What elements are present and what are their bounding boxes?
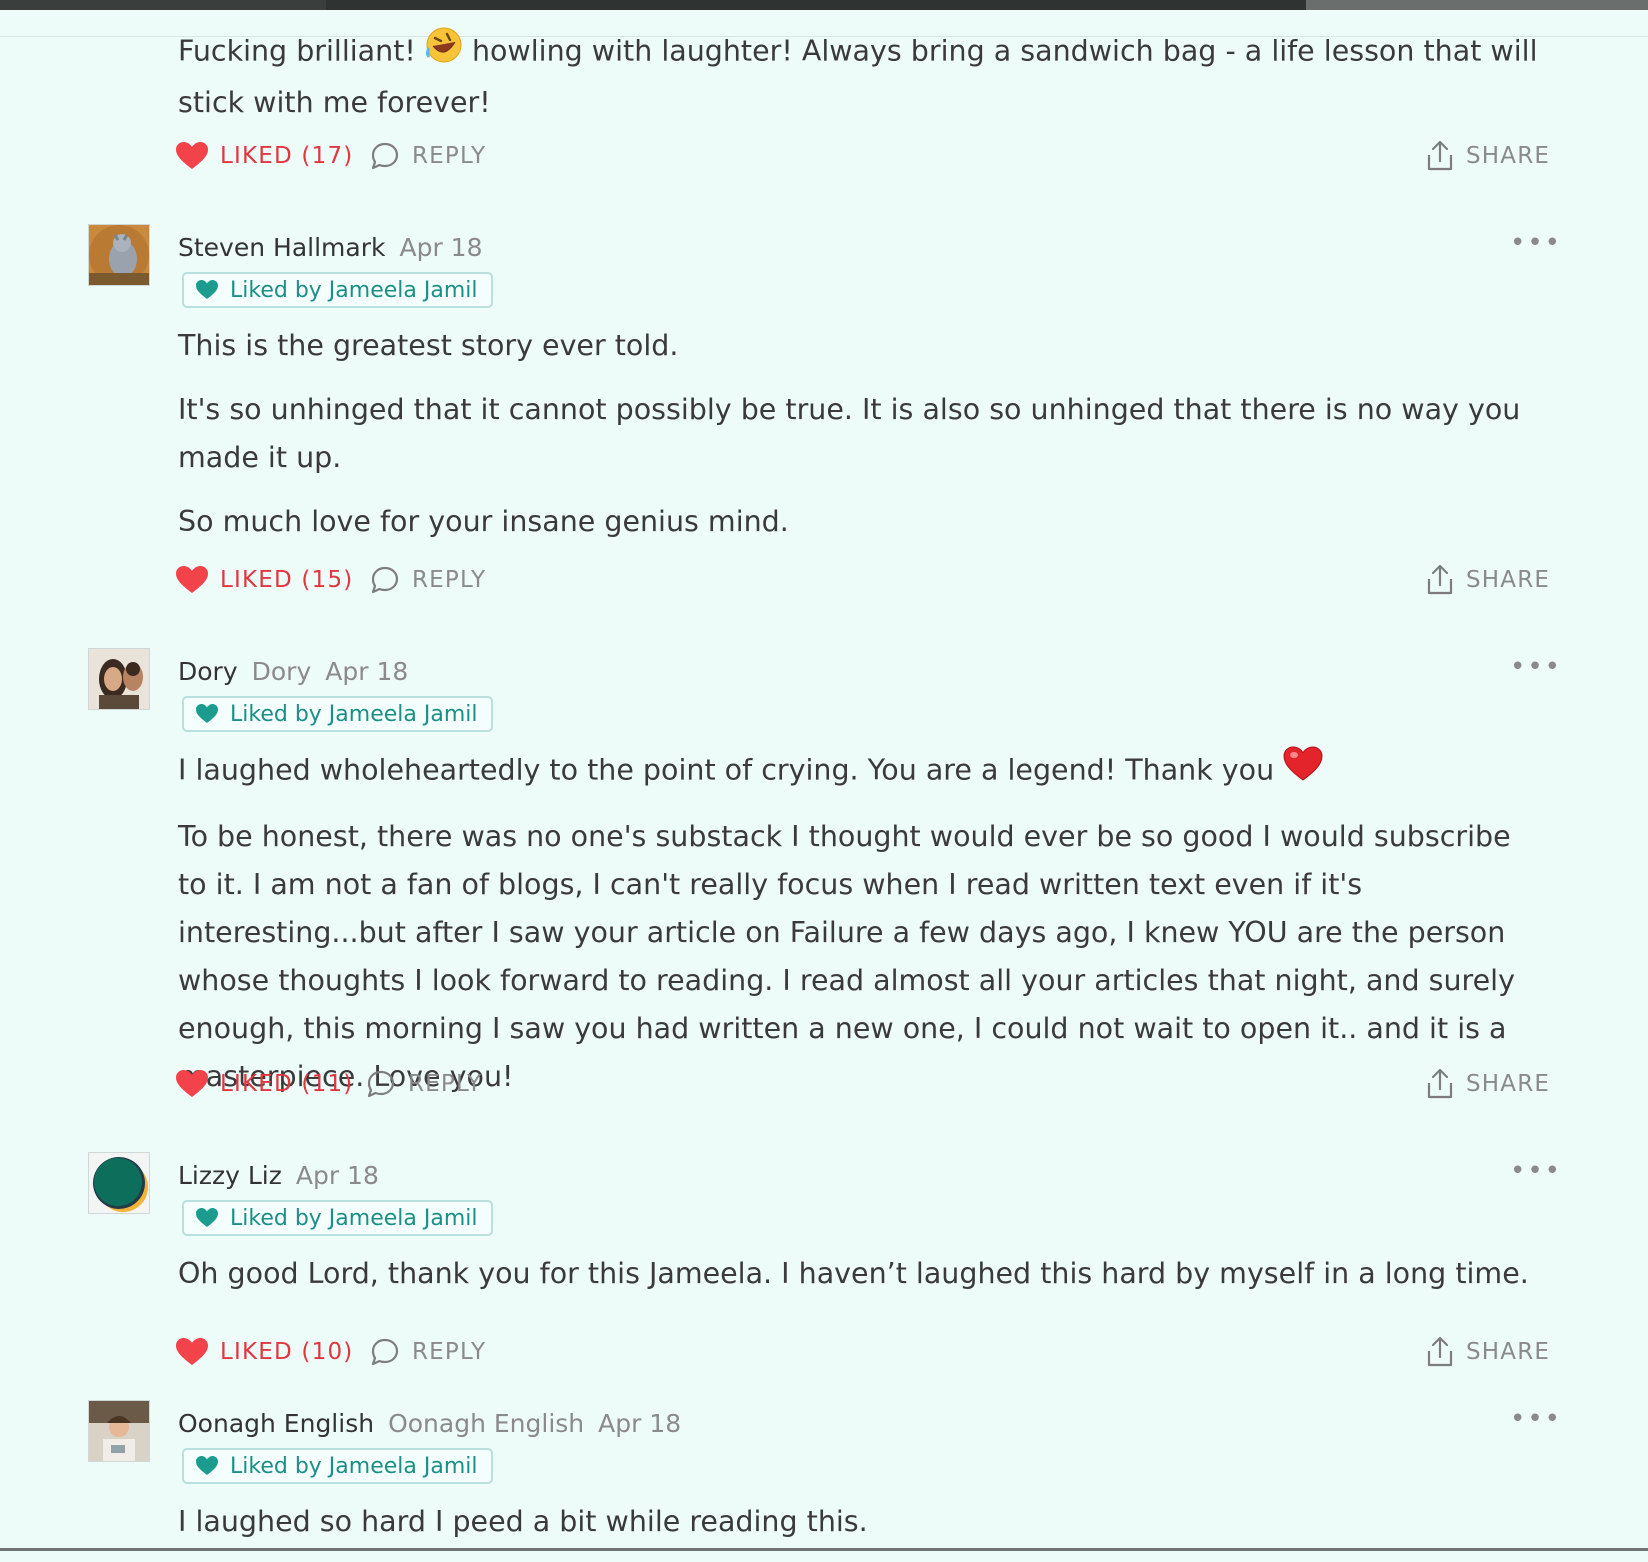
comment-actions: LIKED (11) REPLY SHARE xyxy=(176,1064,1550,1104)
liked-by-label: Liked by Jameela Jamil xyxy=(230,277,478,303)
author-name[interactable]: Lizzy Liz xyxy=(178,1161,282,1190)
speech-bubble-icon xyxy=(371,142,399,170)
more-dots-icon[interactable]: ••• xyxy=(1510,1158,1562,1184)
author-handle[interactable]: Dory xyxy=(252,657,312,686)
reply-label: REPLY xyxy=(412,567,487,593)
avatar[interactable] xyxy=(88,1400,150,1462)
like-count-label: LIKED (11) xyxy=(220,1071,354,1097)
top-bar-segment xyxy=(0,0,326,10)
comment-paragraph: Oh good Lord, thank you for this Jameela… xyxy=(178,1257,1529,1290)
reply-button[interactable]: REPLY xyxy=(370,1332,486,1372)
comment-date[interactable]: Apr 18 xyxy=(399,233,482,262)
teal-heart-icon xyxy=(196,1208,218,1227)
liked-by-label: Liked by Jameela Jamil xyxy=(230,1453,478,1479)
reply-label: REPLY xyxy=(412,143,487,169)
speech-bubble-icon xyxy=(371,1338,399,1366)
comment-paragraph: Fucking brilliant! xyxy=(178,34,416,68)
more-dots-icon[interactable]: ••• xyxy=(1510,230,1562,256)
comment-paragraph: This is the greatest story ever told. xyxy=(178,329,679,362)
comment-date[interactable]: Apr 18 xyxy=(598,1409,681,1438)
comment-paragraph: To be honest, there was no one's substac… xyxy=(178,820,1515,1093)
reply-button[interactable]: REPLY xyxy=(370,560,486,600)
teal-heart-icon xyxy=(196,280,218,299)
avatar[interactable] xyxy=(88,224,150,286)
heart-icon xyxy=(176,1338,208,1365)
teal-heart-icon xyxy=(196,704,218,723)
comment-meta: Steven Hallmark Apr 18 xyxy=(178,230,482,264)
speech-bubble-icon xyxy=(367,1070,395,1098)
reply-label: REPLY xyxy=(408,1071,483,1097)
share-label: SHARE xyxy=(1466,143,1551,169)
comment-body: I laughed so hard I peed a bit while rea… xyxy=(178,1498,1548,1562)
reply-label: REPLY xyxy=(412,1339,487,1365)
share-button[interactable]: SHARE xyxy=(1426,560,1550,600)
more-dots-icon[interactable]: ••• xyxy=(1510,654,1562,680)
like-button[interactable]: LIKED (10) xyxy=(176,1332,353,1372)
share-label: SHARE xyxy=(1466,1071,1551,1097)
liked-by-author-badge: Liked by Jameela Jamil xyxy=(182,1448,494,1484)
reply-button[interactable]: REPLY xyxy=(366,1064,482,1104)
browser-top-bar xyxy=(0,0,1648,10)
speech-bubble-icon xyxy=(371,566,399,594)
comment-meta: Lizzy Liz Apr 18 xyxy=(178,1158,379,1192)
like-count-label: LIKED (15) xyxy=(220,567,354,593)
avatar[interactable] xyxy=(88,648,150,710)
share-button[interactable]: SHARE xyxy=(1426,1332,1550,1372)
author-name[interactable]: Oonagh English xyxy=(178,1409,374,1438)
liked-by-label: Liked by Jameela Jamil xyxy=(230,1205,478,1231)
heart-icon xyxy=(176,1070,208,1097)
comment-paragraph: I laughed so hard I peed a bit while rea… xyxy=(178,1505,868,1538)
heart-icon xyxy=(176,566,208,593)
comment-actions: LIKED (15) REPLY SHARE xyxy=(176,560,1550,600)
red-heart-emoji-icon xyxy=(1283,746,1323,797)
teal-heart-icon xyxy=(196,1456,218,1475)
share-label: SHARE xyxy=(1466,1339,1551,1365)
author-name[interactable]: Steven Hallmark xyxy=(178,233,385,262)
comment-body: Fucking brilliant! howling with laughter… xyxy=(178,26,1548,143)
liked-by-author-badge: Liked by Jameela Jamil xyxy=(182,272,494,308)
share-button[interactable]: SHARE xyxy=(1426,136,1550,176)
more-dots-icon[interactable]: ••• xyxy=(1510,1406,1562,1432)
share-label: SHARE xyxy=(1466,567,1551,593)
author-name[interactable]: Dory xyxy=(178,657,238,686)
comment-meta: Dory Dory Apr 18 xyxy=(178,654,408,688)
comment-date[interactable]: Apr 18 xyxy=(325,657,408,686)
liked-by-label: Liked by Jameela Jamil xyxy=(230,701,478,727)
like-count-label: LIKED (17) xyxy=(220,143,354,169)
reply-button[interactable]: REPLY xyxy=(370,136,486,176)
comment-paragraph: It's so unhinged that it cannot possibly… xyxy=(178,393,1521,474)
share-button[interactable]: SHARE xyxy=(1426,1064,1550,1104)
rolling-laughing-emoji-icon xyxy=(425,26,463,79)
comment-body: This is the greatest story ever told. It… xyxy=(178,322,1548,562)
comment-paragraph: So much love for your insane genius mind… xyxy=(178,505,789,538)
comment-actions: LIKED (10) REPLY SHARE xyxy=(176,1332,1550,1372)
comment-body: I laughed wholeheartedly to the point of… xyxy=(178,746,1548,1117)
heart-icon xyxy=(176,142,208,169)
share-icon xyxy=(1427,1336,1453,1367)
share-icon xyxy=(1427,1068,1453,1099)
liked-by-author-badge: Liked by Jameela Jamil xyxy=(182,1200,494,1236)
comment-body: Oh good Lord, thank you for this Jameela… xyxy=(178,1250,1548,1314)
share-icon xyxy=(1427,140,1453,171)
like-button[interactable]: LIKED (17) xyxy=(176,136,353,176)
avatar[interactable] xyxy=(88,1152,150,1214)
comment-meta: Oonagh English Oonagh English Apr 18 xyxy=(178,1406,681,1440)
like-button[interactable]: LIKED (15) xyxy=(176,560,353,600)
author-handle[interactable]: Oonagh English xyxy=(388,1409,584,1438)
liked-by-author-badge: Liked by Jameela Jamil xyxy=(182,696,494,732)
top-bar-segment xyxy=(1306,0,1648,10)
like-count-label: LIKED (10) xyxy=(220,1339,354,1365)
share-icon xyxy=(1427,564,1453,595)
like-button[interactable]: LIKED (11) xyxy=(176,1064,353,1104)
comment-paragraph: I laughed wholeheartedly to the point of… xyxy=(178,753,1275,787)
comment-date[interactable]: Apr 18 xyxy=(296,1161,379,1190)
comment-actions: LIKED (17) REPLY SHARE xyxy=(176,136,1550,176)
